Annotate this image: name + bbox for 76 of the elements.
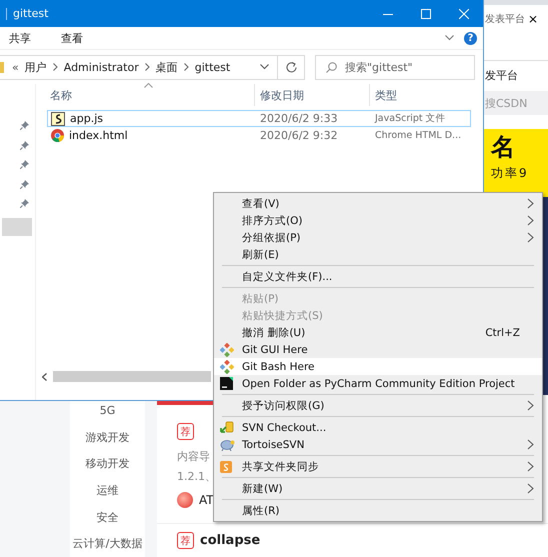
square-logo-icon [220,377,233,390]
dropdown-icon[interactable] [260,64,269,70]
chevron-right-icon [52,63,58,71]
help-button[interactable]: ? [464,32,477,44]
banner-headline: 名 [491,132,516,163]
breadcrumb-item[interactable]: gittest [194,60,230,74]
menu-item[interactable]: 排序方式(O) [214,212,542,229]
diamond-dots-icon [220,342,234,356]
breadcrumb-item[interactable]: 桌面 [156,60,178,74]
menu-item[interactable]: 自定义文件夹(F)... [214,268,542,285]
browser-logo-icon [51,129,64,142]
recommend-badge: 荐 [177,423,194,440]
menu-item[interactable]: Git GUI Here [214,341,542,358]
category-link[interactable]: 游戏开发 [86,424,130,451]
file-name[interactable]: app.js [70,112,103,125]
type-cell-text: Chrome HTML D... [374,130,462,141]
category-link[interactable]: 5G [100,397,116,424]
menu-item[interactable]: 共享文件夹同步 [214,458,542,475]
modified-cell-text: 2020/6/2 9:32 [259,129,339,142]
article-excerpt: 1.2.1、 [177,469,217,484]
column-header[interactable]: 类型 [369,84,467,106]
tab-title: 发表平台 [485,12,525,26]
refresh-icon [286,61,296,73]
file-name[interactable]: index.html [69,129,128,142]
category-link[interactable]: 运维 [96,477,118,504]
nav-link[interactable]: 发平台 [483,61,548,89]
ribbon-tab[interactable]: 查看 [52,30,92,46]
chevron-right-icon [184,63,189,71]
menu-item[interactable]: 撤消 删除(U) Ctrl+Z [214,324,542,341]
column-header[interactable]: 名称 [47,84,254,106]
article-excerpt: 内容导 [177,449,211,464]
search-field[interactable]: 搜索"gittest" [315,54,475,80]
close-icon [459,8,469,18]
type-cell-text: JavaScript 文件 [374,112,447,125]
recommend-badge: 荐 [177,532,194,550]
scrollbar-thumb[interactable] [53,371,211,382]
tab-close-button[interactable]: × [528,12,538,26]
column-header[interactable]: 修改日期 [254,84,369,106]
square-logo-icon [220,460,232,472]
menu-item[interactable]: Open Folder as PyCharm Community Edition Project [214,375,542,392]
sort-caret-icon [144,83,153,88]
maximize-icon [421,8,431,18]
menu-item[interactable]: 属性(R) [214,502,542,519]
breadcrumb-overflow[interactable]: « [12,60,19,74]
author-name: AT [199,493,214,508]
scroll-left-icon[interactable] [42,372,47,380]
menu-item[interactable]: SVN Checkout... [214,419,542,436]
menu-item[interactable]: Git Bash Here [214,358,542,375]
chevron-right-icon [144,63,150,71]
avatar [177,492,193,508]
category-link[interactable]: 云计算/大数据 [72,530,142,557]
menu-item[interactable]: 新建(W) [214,480,542,497]
breadcrumb-item[interactable]: Administrator [64,60,139,74]
folder-icon [0,62,4,72]
turtle-icon [220,438,235,450]
search-icon [326,62,337,72]
file-row[interactable]: app.js 2020/6/2 9:33 JavaScript 文件 [47,110,471,127]
modified-cell-text: 2020/6/2 9:33 [259,112,339,125]
menu-item[interactable]: 刷新(E) [214,246,542,263]
category-link[interactable]: 移动开发 [86,450,130,478]
expand-ribbon-icon[interactable] [445,35,454,41]
banner-subline: 功率9 [491,165,530,182]
diamond-dots-icon [220,360,234,374]
menu-item[interactable]: 分组依据(P) [214,229,542,246]
menu-item[interactable]: 授予访问权限(G) [214,397,542,414]
address-bar[interactable]: « 用户 Administrator 桌面 gittest [0,54,305,80]
category-link[interactable]: 安全 [96,504,118,530]
window-title: gittest [13,7,50,20]
breadcrumb-item[interactable]: 用户 [24,60,47,74]
database-arrow-icon [220,420,234,434]
menu-item[interactable]: 查看(V) [214,195,542,212]
script-icon [51,112,65,126]
article-title[interactable]: collapse [200,533,260,548]
ribbon-tab[interactable]: 共享 [0,30,40,46]
menu-item[interactable]: TortoiseSVN [214,436,542,453]
browser-tab[interactable]: 发表平台 × [483,5,548,32]
